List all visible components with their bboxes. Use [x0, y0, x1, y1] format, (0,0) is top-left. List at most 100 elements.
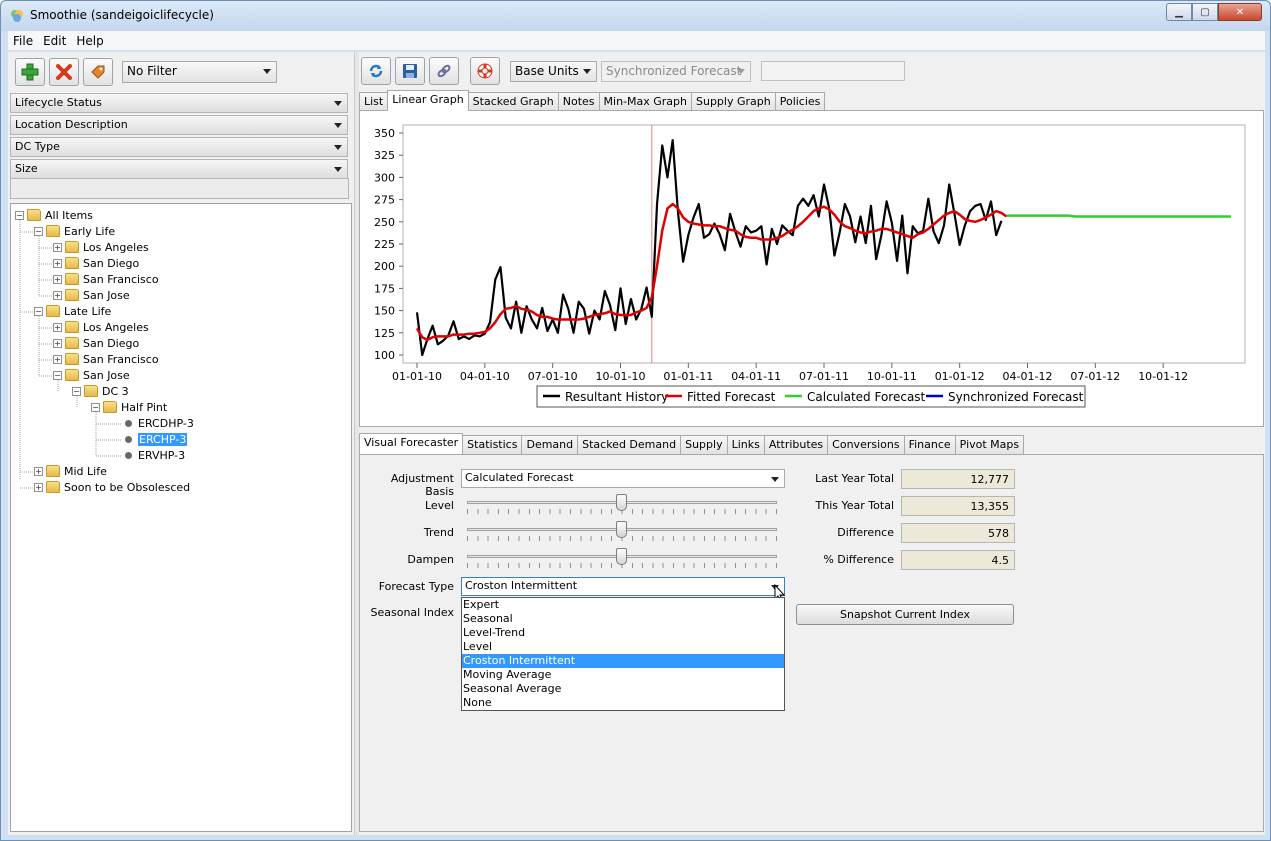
tree-node-early-san-francisco[interactable]: + San Francisco: [53, 271, 159, 287]
tree-node-dc3[interactable]: − DC 3: [72, 383, 129, 399]
tab-links[interactable]: Links: [726, 435, 765, 454]
tab-supply[interactable]: Supply: [680, 435, 728, 454]
toolbar-text-field[interactable]: [761, 61, 905, 81]
tab-linear-graph[interactable]: Linear Graph: [387, 90, 469, 111]
tab-visual-forecaster[interactable]: Visual Forecaster: [359, 433, 464, 454]
tab-finance[interactable]: Finance: [903, 435, 956, 454]
tree-node-early-san-diego[interactable]: + San Diego: [53, 255, 139, 271]
expand-icon[interactable]: +: [34, 466, 43, 476]
forecast-option[interactable]: Seasonal Average: [462, 682, 784, 696]
forecast-option[interactable]: Level: [462, 640, 784, 654]
menu-help[interactable]: Help: [71, 34, 108, 48]
expand-icon[interactable]: +: [53, 354, 62, 364]
minimize-button[interactable]: ▁: [1166, 3, 1192, 21]
tab-min-max-graph[interactable]: Min-Max Graph: [598, 92, 692, 111]
tree-leaf-ervhp-3[interactable]: ERVHP-3: [123, 447, 185, 463]
tab-notes[interactable]: Notes: [557, 92, 600, 111]
collapse-icon[interactable]: −: [34, 226, 43, 236]
y-tick-label: 150: [374, 305, 395, 318]
tab-statistics[interactable]: Statistics: [462, 435, 523, 454]
tree-node-late-san-diego[interactable]: + San Diego: [53, 335, 139, 351]
dampen-slider[interactable]: [467, 547, 777, 569]
collapse-icon[interactable]: −: [15, 210, 24, 220]
tree-node-early-los-angeles[interactable]: + Los Angeles: [53, 239, 149, 255]
collapse-icon[interactable]: −: [53, 370, 62, 380]
expand-icon[interactable]: +: [53, 258, 62, 268]
filter-text-box[interactable]: [10, 178, 349, 199]
forecast-option[interactable]: Croston Intermittent: [462, 654, 784, 668]
forecast-select-value: Synchronized Forecast: [606, 64, 742, 78]
maximize-button[interactable]: ▢: [1192, 3, 1218, 21]
units-select-value: Base Units: [515, 64, 579, 78]
tree-node-obsolesced[interactable]: + Soon to be Obsolesced: [34, 479, 190, 495]
tree-node-late-san-jose[interactable]: − San Jose: [53, 367, 130, 383]
dc-type-filter[interactable]: DC Type: [10, 137, 348, 157]
tree-leaf-erchp-3[interactable]: ERCHP-3: [123, 431, 188, 447]
tab-list[interactable]: List: [359, 92, 389, 111]
expand-icon[interactable]: +: [53, 322, 62, 332]
slider-thumb[interactable]: [616, 521, 627, 538]
legend-label: Resultant History: [565, 390, 668, 404]
collapse-icon[interactable]: −: [72, 386, 81, 396]
tree-node-early-san-jose[interactable]: + San Jose: [53, 287, 130, 303]
lifecycle-status-filter[interactable]: Lifecycle Status: [10, 93, 348, 113]
forecast-option[interactable]: Expert: [462, 598, 784, 612]
close-button[interactable]: ✕: [1218, 3, 1262, 21]
slider-thumb[interactable]: [616, 494, 627, 511]
tree-node-all-items[interactable]: − All Items: [15, 207, 93, 223]
tag-icon: [91, 65, 105, 79]
tree-leaf-ercdhp-3[interactable]: ERCDHP-3: [123, 415, 194, 431]
add-button[interactable]: [15, 58, 45, 86]
pct-difference-label: % Difference: [823, 553, 894, 566]
location-description-filter[interactable]: Location Description: [10, 115, 348, 135]
help-button[interactable]: [470, 57, 500, 85]
tree-node-late-life[interactable]: − Late Life: [34, 303, 111, 319]
tag-button[interactable]: [83, 58, 113, 86]
tab-attributes[interactable]: Attributes: [763, 435, 829, 454]
tab-conversions[interactable]: Conversions: [827, 435, 905, 454]
expand-icon[interactable]: +: [53, 290, 62, 300]
forecast-option[interactable]: Moving Average: [462, 668, 784, 682]
forecast-type-select[interactable]: Croston Intermittent: [461, 577, 786, 603]
filter-select[interactable]: No Filter: [122, 61, 277, 83]
delete-button[interactable]: [49, 58, 79, 86]
menu-file[interactable]: File: [8, 34, 38, 48]
refresh-button[interactable]: [361, 57, 391, 85]
folder-icon: [65, 241, 79, 253]
save-button[interactable]: [395, 57, 425, 85]
title-bar: Smoothie (sandeigoiclifecycle) ▁ ▢ ✕: [1, 1, 1270, 31]
tab-stacked-demand[interactable]: Stacked Demand: [577, 435, 682, 454]
tab-stacked-graph[interactable]: Stacked Graph: [467, 92, 559, 111]
tab-demand[interactable]: Demand: [521, 435, 579, 454]
tree-node-early-life[interactable]: − Early Life: [34, 223, 115, 239]
tab-pivot-maps[interactable]: Pivot Maps: [954, 435, 1025, 454]
link-button[interactable]: [429, 57, 459, 85]
forecast-option[interactable]: Level-Trend: [462, 626, 784, 640]
tree-node-label: Los Angeles: [83, 240, 149, 254]
level-slider[interactable]: [467, 493, 777, 515]
units-select[interactable]: Base Units: [510, 61, 597, 82]
snapshot-current-index-button[interactable]: Snapshot Current Index: [796, 604, 1014, 625]
tree-node-label: Soon to be Obsolesced: [64, 480, 191, 494]
adjustment-basis-select[interactable]: Calculated Forecast: [461, 469, 785, 488]
expand-icon[interactable]: +: [53, 338, 62, 348]
slider-thumb[interactable]: [616, 548, 627, 565]
forecast-select[interactable]: Synchronized Forecast: [601, 61, 751, 82]
expand-icon[interactable]: +: [34, 482, 43, 492]
tree-node-late-los-angeles[interactable]: + Los Angeles: [53, 319, 149, 335]
tree-node-mid-life[interactable]: + Mid Life: [34, 463, 107, 479]
tree-node-half-pint[interactable]: − Half Pint: [91, 399, 167, 415]
expand-icon[interactable]: +: [53, 242, 62, 252]
collapse-icon[interactable]: −: [34, 306, 43, 316]
size-filter[interactable]: Size: [10, 159, 348, 179]
expand-icon[interactable]: +: [53, 274, 62, 284]
tree-node-late-san-francisco[interactable]: + San Francisco: [53, 351, 159, 367]
forecast-option[interactable]: None: [462, 696, 784, 710]
forecast-option[interactable]: Seasonal: [462, 612, 784, 626]
collapse-icon[interactable]: −: [91, 402, 100, 412]
menu-edit[interactable]: Edit: [38, 34, 71, 48]
trend-slider[interactable]: [467, 520, 777, 542]
tab-policies[interactable]: Policies: [774, 92, 826, 111]
tab-supply-graph[interactable]: Supply Graph: [690, 92, 776, 111]
difference-label: Difference: [837, 526, 894, 539]
